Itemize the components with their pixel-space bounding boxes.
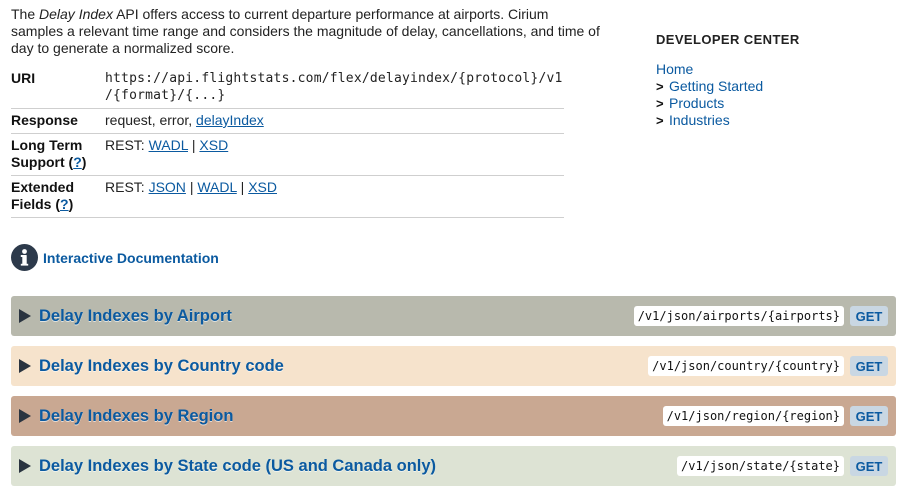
uri-label: URI [11,67,105,109]
endpoint-section-airport[interactable]: Delay Indexes by Airport /v1/json/airpor… [11,296,896,336]
lts-wadl-link[interactable]: WADL [149,137,188,153]
lts-rest-label: REST: [105,137,149,153]
nav-item-industries[interactable]: > Industries [656,112,886,129]
lts-label-text: Support ( [11,154,74,170]
api-spec-table: URI https://api.flightstats.com/flex/del… [11,67,564,218]
ext-help-link[interactable]: ? [60,196,69,212]
delayindex-link[interactable]: delayIndex [196,112,264,128]
endpoint-path: /v1/json/country/{country} [648,356,844,376]
separator: | [189,179,194,195]
nav-industries-link[interactable]: Industries [669,112,730,129]
uri-line-2: /{format}/{...} [105,88,226,103]
endpoint-path: /v1/json/airports/{airports} [633,306,844,326]
response-label: Response [11,108,105,134]
expand-triangle-icon[interactable] [19,309,31,323]
spec-row-extended-fields: Extended Fields (?) REST: JSON | WADL | … [11,175,564,218]
ext-label-text: Fields ( [11,196,61,212]
info-icon [11,244,38,271]
extended-fields-label: Extended Fields (?) [11,175,105,218]
endpoint-title[interactable]: Delay Indexes by State code (US and Cana… [39,457,436,476]
lts-xsd-link[interactable]: XSD [199,137,228,153]
ext-rest-label: REST: [105,179,149,195]
ext-xsd-link[interactable]: XSD [248,179,277,195]
http-method-badge: GET [850,456,888,476]
expand-triangle-icon[interactable] [19,359,31,373]
endpoint-path: /v1/json/region/{region} [662,406,844,426]
spec-row-uri: URI https://api.flightstats.com/flex/del… [11,67,564,109]
endpoint-section-country[interactable]: Delay Indexes by Country code /v1/json/c… [11,346,896,386]
http-method-badge: GET [850,356,888,376]
ext-label-line-2: Fields (?) [11,196,105,213]
lts-label-line-2: Support (?) [11,154,105,171]
interactive-documentation-header: Interactive Documentation [11,244,219,271]
extended-fields-value: REST: JSON | WADL | XSD [105,175,564,218]
intro-prefix: The [11,6,40,22]
ext-wadl-link[interactable]: WADL [197,179,236,195]
developer-center-heading: DEVELOPER CENTER [656,32,800,47]
endpoint-path: /v1/json/state/{state} [677,456,844,476]
api-name: Delay Index [39,6,113,22]
chevron-right-icon: > [656,96,664,111]
ext-label-line-1: Extended [11,179,75,195]
ext-label-close: ) [68,196,74,212]
separator: | [191,137,196,153]
separator: | [240,179,245,195]
nav-item-getting-started[interactable]: > Getting Started [656,78,886,95]
response-value: request, error, delayIndex [105,108,564,134]
expand-triangle-icon[interactable] [19,409,31,423]
response-text: request, error, [105,112,197,128]
long-term-support-label: Long Term Support (?) [11,133,105,176]
nav-home-link[interactable]: Home [656,61,886,78]
http-method-badge: GET [850,406,888,426]
long-term-support-value: REST: WADL | XSD [105,133,564,176]
endpoint-title[interactable]: Delay Indexes by Region [39,407,233,426]
endpoint-title[interactable]: Delay Indexes by Airport [39,307,232,326]
developer-center-nav: DEVELOPER CENTER Home > Getting Started >… [656,32,886,129]
nav-products-link[interactable]: Products [669,95,724,112]
nav-getting-started-link[interactable]: Getting Started [669,78,763,95]
ext-json-link[interactable]: JSON [149,179,186,195]
lts-label-line-1: Long Term [11,137,83,153]
endpoint-title[interactable]: Delay Indexes by Country code [39,357,284,376]
chevron-right-icon: > [656,79,664,94]
expand-triangle-icon[interactable] [19,459,31,473]
nav-item-products[interactable]: > Products [656,95,886,112]
lts-help-link[interactable]: ? [73,154,82,170]
lts-label-close: ) [81,154,87,170]
spec-row-long-term-support: Long Term Support (?) REST: WADL | XSD [11,133,564,176]
endpoint-section-state[interactable]: Delay Indexes by State code (US and Cana… [11,446,896,486]
spec-row-response: Response request, error, delayIndex [11,108,564,134]
api-description: The Delay Index API offers access to cur… [11,6,601,57]
chevron-right-icon: > [656,113,664,128]
http-method-badge: GET [850,306,888,326]
interactive-documentation-title: Interactive Documentation [43,249,219,266]
endpoint-section-region[interactable]: Delay Indexes by Region /v1/json/region/… [11,396,896,436]
uri-line-1: https://api.flightstats.com/flex/delayin… [105,71,563,86]
uri-value: https://api.flightstats.com/flex/delayin… [105,67,564,109]
